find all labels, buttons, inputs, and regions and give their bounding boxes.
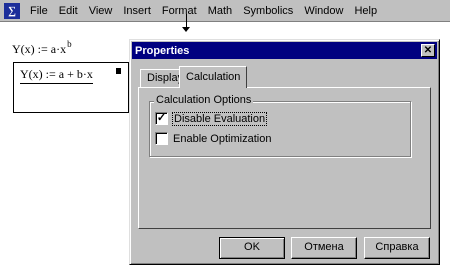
disable-evaluation-option[interactable]: ✓ Disable Evaluation [155, 111, 268, 126]
menu-edit[interactable]: Edit [54, 1, 84, 21]
region-handle[interactable] [116, 68, 121, 74]
calculation-options-group: Calculation Options ✓ Disable Evaluation… [149, 94, 411, 157]
menu-window[interactable]: Window [299, 1, 349, 21]
menu-symbolics[interactable]: Symbolics [238, 1, 299, 21]
ok-button[interactable]: OK [219, 237, 285, 259]
disable-evaluation-label: Disable Evaluation [171, 111, 268, 126]
dialog-title: Properties [135, 44, 190, 57]
group-title: Calculation Options [154, 94, 254, 106]
enable-optimization-option[interactable]: Enable Optimization [155, 132, 271, 145]
dialog-titlebar[interactable]: Properties ✕ [132, 42, 437, 59]
eq1-op: := [37, 42, 48, 56]
menu-view[interactable]: View [84, 1, 119, 21]
app-icon[interactable]: ∑ [4, 2, 20, 19]
eq1-lhs: Y(x) [12, 42, 35, 56]
cancel-button[interactable]: Отмена [291, 237, 357, 259]
enable-optimization-label: Enable Optimization [173, 132, 272, 145]
eq1-exponent: b [67, 39, 72, 49]
properties-dialog: Properties ✕ Display Calculation Calcula… [129, 39, 440, 265]
menu-insert[interactable]: Insert [118, 1, 157, 21]
equation-linear[interactable]: Y(x) := a + b·x [20, 67, 93, 84]
close-icon[interactable]: ✕ [421, 44, 435, 57]
menu-format[interactable]: Format [157, 1, 203, 21]
eq1-rhs: a·x [50, 42, 67, 56]
pointer-line [186, 14, 187, 28]
enable-optimization-checkbox[interactable] [155, 132, 168, 145]
help-button[interactable]: Справка [364, 237, 430, 259]
menu-file[interactable]: File [25, 1, 54, 21]
tab-calculation[interactable]: Calculation [179, 66, 248, 88]
tab-panel-calculation: Calculation Options ✓ Disable Evaluation… [138, 87, 431, 229]
disable-evaluation-checkbox[interactable]: ✓ [155, 112, 168, 125]
menu-math[interactable]: Math [203, 1, 238, 21]
equation-power[interactable]: Y(x) := a·xb [12, 39, 72, 57]
equation-linear-region[interactable]: Y(x) := a + b·x [13, 62, 129, 113]
menu-bar: ∑ File Edit View Insert Format Math Symb… [0, 0, 450, 22]
pointer-arrow-icon [182, 27, 190, 32]
menu-help[interactable]: Help [349, 1, 383, 21]
